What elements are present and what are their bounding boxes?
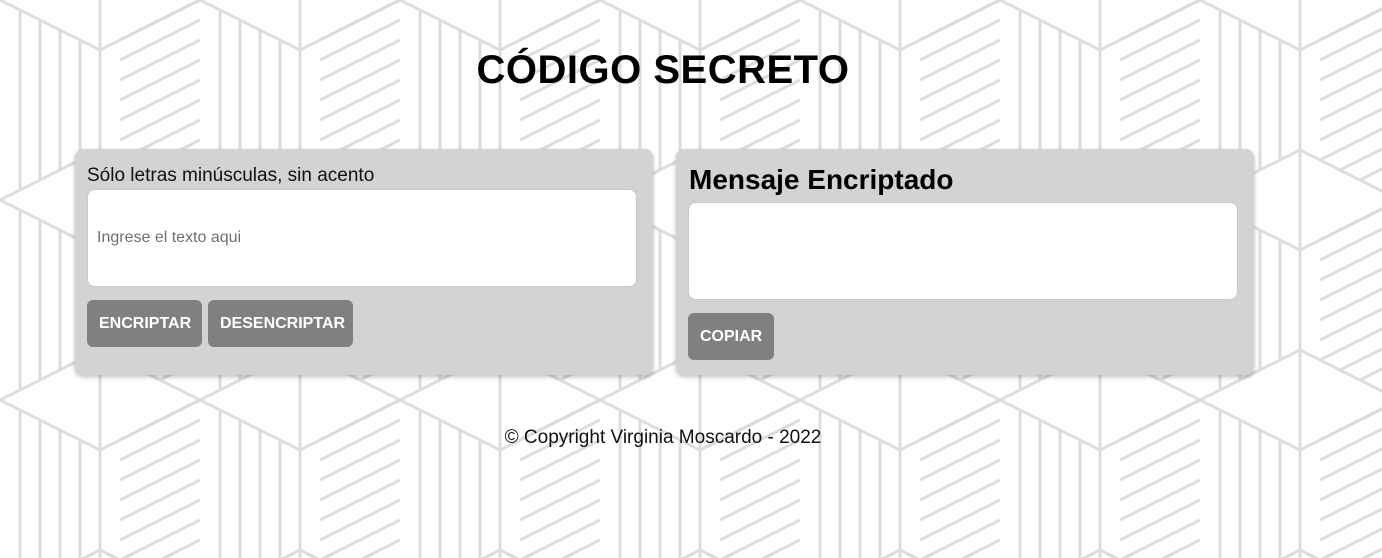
output-textarea[interactable]: [688, 202, 1238, 300]
encrypt-button[interactable]: ENCRIPTAR: [87, 300, 202, 347]
output-panel: Mensaje Encriptado COPIAR: [676, 149, 1254, 375]
copy-button[interactable]: COPIAR: [688, 313, 774, 360]
input-panel: Sólo letras minúsculas, sin acento ENCRI…: [75, 149, 653, 375]
footer-copyright: © Copyright Virginia Moscardo - 2022: [504, 427, 822, 448]
text-input[interactable]: [87, 189, 637, 287]
input-hint-label: Sólo letras minúsculas, sin acento: [87, 165, 375, 186]
page-title: CÓDIGO SECRETO: [476, 48, 850, 92]
output-heading: Mensaje Encriptado: [689, 164, 954, 195]
decrypt-button[interactable]: DESENCRIPTAR: [208, 300, 353, 347]
